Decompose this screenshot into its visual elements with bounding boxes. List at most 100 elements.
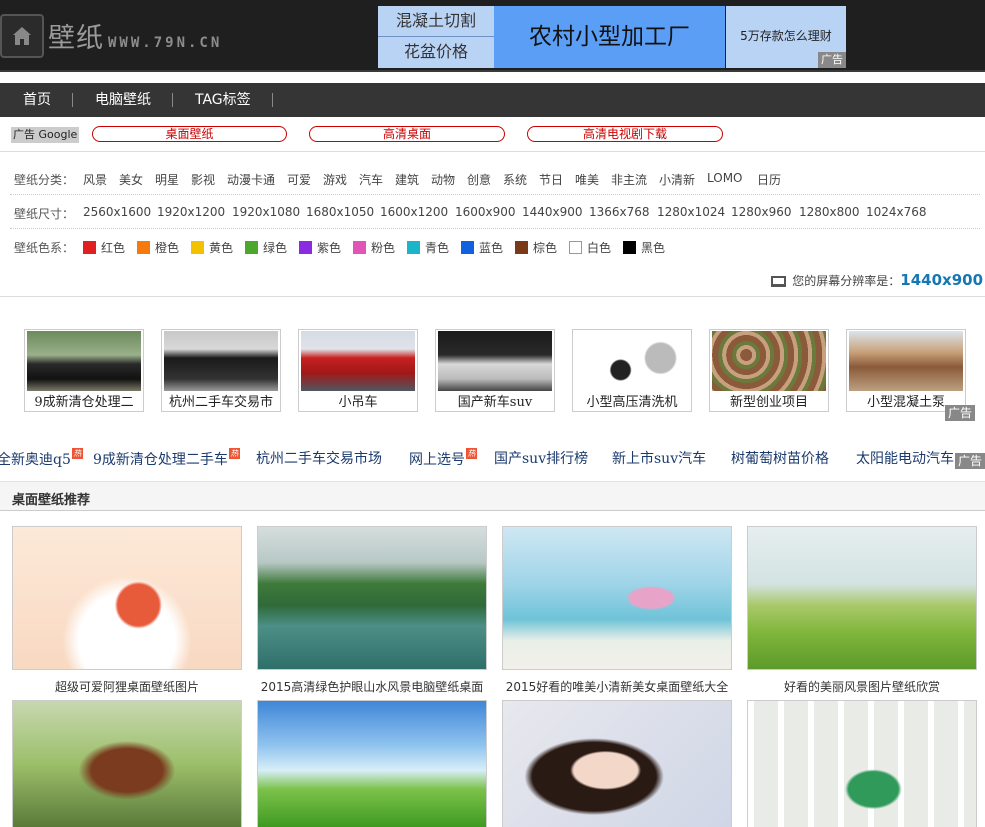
size-link[interactable]: 1280x1024 — [657, 205, 725, 219]
category-link[interactable]: 明星 — [155, 171, 179, 188]
size-link[interactable]: 1366x768 — [589, 205, 650, 219]
category-link[interactable]: 动物 — [431, 171, 455, 188]
category-link[interactable]: 动漫卡通 — [227, 171, 275, 188]
color-name: 蓝色 — [479, 241, 504, 255]
wallpaper-thumbnail[interactable] — [502, 700, 732, 827]
category-link[interactable]: 美女 — [119, 171, 143, 188]
wallpaper-thumbnail[interactable] — [12, 526, 242, 670]
color-link-orange[interactable]: 橙色 — [137, 239, 179, 256]
category-link[interactable]: 唯美 — [575, 171, 599, 188]
text-ad-link-label: 网上选号 — [409, 452, 465, 468]
category-link[interactable]: 汽车 — [359, 171, 383, 188]
category-link[interactable]: 节日 — [539, 171, 563, 188]
size-link[interactable]: 1600x1200 — [380, 205, 448, 219]
size-link[interactable]: 1280x960 — [731, 205, 792, 219]
top-ad-link[interactable]: 花盆价格 — [378, 36, 494, 66]
wallpaper-title-link[interactable]: 2015好看的唯美小清新美女桌面壁纸大全 — [502, 678, 732, 695]
category-link[interactable]: 日历 — [757, 171, 781, 188]
color-swatch — [245, 241, 258, 254]
category-link[interactable]: 影视 — [191, 171, 215, 188]
home-button[interactable] — [0, 14, 44, 58]
filter-panel: 壁纸分类： 风景 美女 明星 影视 动漫卡通 可爱 游戏 汽车 建筑 动物 创意… — [0, 152, 985, 297]
top-ad-right[interactable]: 5万存款怎么理财 广告 — [726, 6, 846, 68]
color-link-purple[interactable]: 紫色 — [299, 239, 341, 256]
ad-card[interactable]: 小型混凝土泵 — [846, 329, 966, 412]
category-link[interactable]: 系统 — [503, 171, 527, 188]
color-name: 紫色 — [317, 241, 342, 255]
color-link-green[interactable]: 绿色 — [245, 239, 287, 256]
wallpaper-title-link[interactable]: 2015高清绿色护眼山水风景电脑壁纸桌面 — [257, 678, 487, 695]
ad-card[interactable]: 新型创业项目 — [709, 329, 829, 412]
wallpaper-thumbnail[interactable] — [747, 700, 977, 827]
size-link[interactable]: 2560x1600 — [83, 205, 151, 219]
wallpaper-title-link[interactable]: 好看的美丽风景图片壁纸欣赏 — [747, 678, 977, 695]
size-link[interactable]: 1280x800 — [799, 205, 860, 219]
nav-divider — [272, 93, 273, 107]
category-link[interactable]: LOMO — [707, 171, 743, 185]
size-link[interactable]: 1600x900 — [455, 205, 516, 219]
text-link-bar: 全新奥迪q5 热 9成新清仓处理二手车热 杭州二手车交易市场 网上选号热 国产su… — [0, 443, 985, 471]
top-ad-middle[interactable]: 农村小型加工厂 — [494, 6, 725, 68]
color-label: 壁纸色系： — [14, 241, 75, 255]
category-filter-row: 壁纸分类： 风景 美女 明星 影视 动漫卡通 可爱 游戏 汽车 建筑 动物 创意… — [10, 161, 980, 195]
site-logo[interactable]: 壁纸 WWW.79N.CN — [48, 16, 222, 55]
color-link-brown[interactable]: 棕色 — [515, 239, 557, 256]
google-ad-bar: 广告 Google 桌面壁纸 高清桌面 高清电视剧下载 — [0, 118, 985, 152]
ad-card[interactable]: 国产新车suv — [435, 329, 555, 412]
wallpaper-thumbnail[interactable] — [747, 526, 977, 670]
color-swatch — [83, 241, 96, 254]
ad-card[interactable]: 小型高压清洗机 — [572, 329, 692, 412]
ad-pill-link[interactable]: 高清桌面 — [309, 126, 505, 142]
top-ad-right-text: 5万存款怎么理财 — [740, 29, 832, 43]
wallpaper-title-link[interactable]: 超级可爱阿狸桌面壁纸图片 — [12, 678, 242, 695]
category-link[interactable]: 创意 — [467, 171, 491, 188]
nav-tags[interactable]: TAG标签 — [195, 83, 251, 117]
size-link[interactable]: 1440x900 — [522, 205, 583, 219]
google-ad-badge[interactable]: 广告 Google — [11, 127, 80, 143]
color-swatch — [353, 241, 366, 254]
color-swatch — [515, 241, 528, 254]
category-link[interactable]: 风景 — [83, 171, 107, 188]
wallpaper-thumbnail[interactable] — [257, 526, 487, 670]
text-ad-link[interactable]: 9成新清仓处理二手车热 — [93, 448, 240, 469]
ad-pill-link[interactable]: 高清电视剧下载 — [527, 126, 723, 142]
nav-pc-wallpaper[interactable]: 电脑壁纸 — [95, 83, 151, 117]
wallpaper-thumbnail[interactable] — [502, 526, 732, 670]
category-link[interactable]: 可爱 — [287, 171, 311, 188]
top-ad-left[interactable]: 混凝土切割 花盆价格 — [378, 6, 494, 68]
color-link-cyan[interactable]: 青色 — [407, 239, 449, 256]
text-ad-link[interactable]: 网上选号热 — [409, 448, 477, 469]
wallpaper-thumbnail[interactable] — [12, 700, 242, 827]
color-link-red[interactable]: 红色 — [83, 239, 125, 256]
text-ad-link[interactable]: 杭州二手车交易市场 — [256, 448, 382, 468]
color-link-black[interactable]: 黑色 — [623, 239, 665, 256]
ad-card[interactable]: 小吊车 — [298, 329, 418, 412]
top-ad-link[interactable]: 混凝土切割 — [378, 6, 494, 36]
color-name: 黑色 — [641, 241, 666, 255]
text-ad-link[interactable]: 新上市suv汽车 — [612, 448, 706, 468]
nav-home[interactable]: 首页 — [23, 83, 51, 117]
size-link[interactable]: 1920x1080 — [232, 205, 300, 219]
ad-card[interactable]: 9成新清仓处理二 — [24, 329, 144, 412]
text-ad-link[interactable]: 全新奥迪q5 热 — [0, 448, 83, 469]
color-link-white[interactable]: 白色 — [569, 239, 611, 256]
screen-resolution-label: 您的屏幕分辨率是： — [792, 274, 901, 288]
category-link[interactable]: 小清新 — [659, 171, 695, 188]
ad-pill-link[interactable]: 桌面壁纸 — [92, 126, 287, 142]
text-ad-link[interactable]: 国产suv排行榜 — [494, 448, 588, 468]
wallpaper-thumbnail[interactable] — [257, 700, 487, 827]
category-link[interactable]: 建筑 — [395, 171, 419, 188]
size-link[interactable]: 1024x768 — [866, 205, 927, 219]
text-ad-link[interactable]: 树葡萄树苗价格 — [731, 448, 829, 468]
size-link[interactable]: 1920x1200 — [157, 205, 225, 219]
color-link-blue[interactable]: 蓝色 — [461, 239, 503, 256]
size-link[interactable]: 1680x1050 — [306, 205, 374, 219]
color-link-pink[interactable]: 粉色 — [353, 239, 395, 256]
hot-badge: 热 — [71, 448, 83, 459]
category-link[interactable]: 非主流 — [611, 171, 647, 188]
color-link-yellow[interactable]: 黄色 — [191, 239, 233, 256]
ad-card[interactable]: 杭州二手车交易市 — [161, 329, 281, 412]
category-link[interactable]: 游戏 — [323, 171, 347, 188]
text-ad-link[interactable]: 太阳能电动汽车 — [856, 448, 954, 468]
nav-divider — [72, 93, 73, 107]
